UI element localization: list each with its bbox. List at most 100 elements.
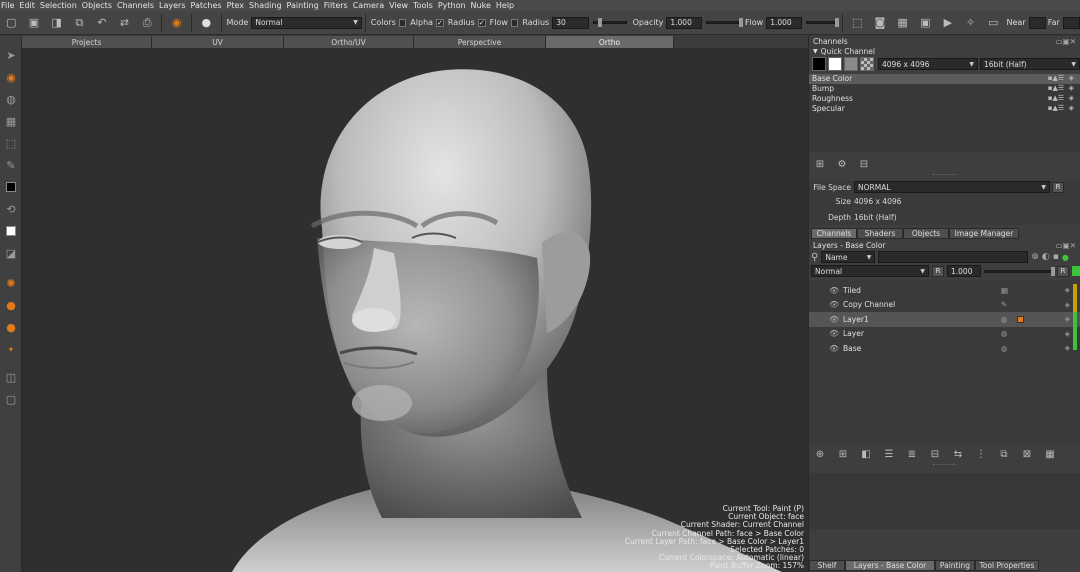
grid-select-icon[interactable]: ▦ bbox=[0, 110, 22, 132]
small-star-icon[interactable]: ✦ bbox=[0, 338, 22, 360]
menu-file[interactable]: File bbox=[0, 1, 18, 10]
tab-shelf[interactable]: Shelf bbox=[809, 560, 845, 571]
undo-icon[interactable]: ↶ bbox=[95, 15, 110, 31]
layer-opacity-field[interactable]: 1.000 bbox=[947, 265, 981, 277]
menu-painting[interactable]: Painting bbox=[286, 1, 323, 10]
blend-reset-button[interactable]: R bbox=[932, 265, 944, 277]
eye-icon[interactable]: 👁 bbox=[829, 300, 839, 309]
menu-ptex[interactable]: Ptex bbox=[226, 1, 248, 10]
flow-slider[interactable] bbox=[805, 18, 839, 27]
display-icon[interactable]: ▭ bbox=[986, 15, 1001, 31]
black-swatch[interactable] bbox=[812, 57, 826, 71]
tab-perspective[interactable]: Perspective bbox=[414, 36, 546, 48]
menu-patches[interactable]: Patches bbox=[190, 1, 226, 10]
panel-splitter[interactable] bbox=[932, 174, 957, 177]
tab-uv[interactable]: UV bbox=[152, 36, 284, 48]
grey-swatch[interactable] bbox=[844, 57, 858, 71]
layer-lock-icon[interactable]: ◈ bbox=[1065, 315, 1070, 323]
opacity-reset-button[interactable]: R bbox=[1057, 265, 1069, 277]
tab-ortho-uv[interactable]: Ortho/UV bbox=[284, 36, 414, 48]
marquee-icon[interactable]: ⬚ bbox=[0, 132, 22, 154]
channel-status-icons[interactable]: ▪▲☰ ◈ bbox=[1048, 74, 1074, 82]
white-swatch[interactable] bbox=[828, 57, 842, 71]
layer-row-copy-channel[interactable]: 👁 Copy Channel ✎ ◈ bbox=[809, 298, 1080, 313]
menu-edit[interactable]: Edit bbox=[18, 1, 39, 10]
default-colors-icon[interactable]: ◪ bbox=[0, 242, 22, 264]
menu-channels[interactable]: Channels bbox=[116, 1, 158, 10]
menu-shading[interactable]: Shading bbox=[248, 1, 286, 10]
menu-filters[interactable]: Filters bbox=[323, 1, 352, 10]
tab-painting[interactable]: Painting bbox=[935, 560, 975, 571]
quick-channel-header[interactable]: ▼ Quick Channel bbox=[809, 46, 1080, 56]
menu-selection[interactable]: Selection bbox=[39, 1, 81, 10]
menu-layers[interactable]: Layers bbox=[158, 1, 189, 10]
eye-icon[interactable]: 👁 bbox=[829, 329, 839, 338]
background-color-swatch[interactable] bbox=[0, 220, 22, 242]
add-adjustment-layer-icon[interactable]: ⊞ bbox=[836, 447, 850, 461]
layer-search-input[interactable] bbox=[878, 251, 1029, 263]
swap-colors-icon[interactable]: ⟲ bbox=[0, 198, 22, 220]
cube-icon[interactable]: ⬚ bbox=[850, 15, 865, 31]
lock-icon[interactable]: ⎙ bbox=[140, 15, 155, 31]
frame-icon[interactable]: ▣ bbox=[918, 15, 933, 31]
paint-through-icon[interactable]: ◍ bbox=[0, 88, 22, 110]
channel-item-bump[interactable]: Bump ▪▲☰ ◈ bbox=[809, 84, 1080, 94]
add-mask-icon[interactable]: ◧ bbox=[859, 447, 873, 461]
clear-search-icon[interactable]: ⊗ bbox=[1031, 252, 1039, 262]
open-project-icon[interactable]: ▣ bbox=[27, 15, 42, 31]
layer-groups-icon[interactable]: ⊟ bbox=[928, 447, 942, 461]
layer-filter-dropdown[interactable]: Name ▼ bbox=[821, 251, 876, 263]
tab-layers-base-color[interactable]: Layers - Base Color bbox=[845, 560, 935, 571]
menu-tools[interactable]: Tools bbox=[412, 1, 437, 10]
radius-field[interactable]: 30 bbox=[552, 16, 590, 29]
checker-swatch[interactable] bbox=[860, 57, 874, 71]
radius-checkbox[interactable]: ✓ bbox=[436, 18, 444, 27]
channel-status-icons[interactable]: ▪▲☰ ◈ bbox=[1048, 94, 1074, 102]
select-arrow-icon[interactable]: ➤ bbox=[0, 44, 22, 66]
new-project-icon[interactable]: ▢ bbox=[4, 15, 19, 31]
tab-shaders[interactable]: Shaders bbox=[857, 227, 903, 239]
layer-lock-icon[interactable]: ◈ bbox=[1065, 301, 1070, 309]
tab-tool-properties[interactable]: Tool Properties bbox=[975, 560, 1039, 571]
filter-option-icon[interactable]: ◐ bbox=[1042, 252, 1050, 262]
layer-row-layer[interactable]: 👁 Layer ◍ ◈ bbox=[809, 327, 1080, 342]
flow-checkbox[interactable]: ✓ bbox=[477, 18, 486, 27]
3d-viewport[interactable]: Current Tool: Paint (P) Current Object: … bbox=[22, 48, 808, 572]
alpha-checkbox[interactable] bbox=[398, 18, 407, 27]
sphere-paint-icon[interactable]: ✺ bbox=[0, 272, 22, 294]
channel-settings-icon[interactable]: ⚙ bbox=[835, 157, 849, 171]
view-fit-icon[interactable]: ▢ bbox=[0, 388, 22, 410]
layer-delete-icon[interactable]: ⊠ bbox=[1020, 447, 1034, 461]
layer-row-tiled[interactable]: 👁 Tiled ▦ ◈ bbox=[809, 283, 1080, 298]
channel-item-base-color[interactable]: Base Color ▪▲☰ ◈ bbox=[809, 74, 1080, 84]
opacity-field[interactable]: 1.000 bbox=[666, 16, 702, 29]
sparkle-icon[interactable]: ✧ bbox=[963, 15, 978, 31]
file-space-dropdown[interactable]: NORMAL ▼ bbox=[854, 181, 1050, 193]
foreground-color-swatch[interactable] bbox=[0, 176, 22, 198]
view-frame-icon[interactable]: ◫ bbox=[0, 366, 22, 388]
reset-button[interactable]: R bbox=[1052, 181, 1064, 193]
play-icon[interactable]: ▶ bbox=[941, 15, 956, 31]
add-procedural-icon[interactable]: ☰ bbox=[882, 447, 896, 461]
menu-objects[interactable]: Objects bbox=[81, 1, 116, 10]
panel-window-controls-icon[interactable]: ▭▣✕ bbox=[1056, 241, 1076, 250]
opacity-slider[interactable] bbox=[705, 18, 743, 27]
orange-sphere-icon[interactable]: ● bbox=[0, 294, 22, 316]
menu-python[interactable]: Python bbox=[437, 1, 470, 10]
filter-toggle-icon[interactable]: ▪ bbox=[1053, 252, 1059, 262]
delete-channel-icon[interactable]: ⊟ bbox=[857, 157, 871, 171]
panel-splitter[interactable] bbox=[932, 464, 957, 467]
channel-status-icons[interactable]: ▪▲☰ ◈ bbox=[1048, 104, 1074, 112]
blend-mode-dropdown[interactable]: Normal ▼ bbox=[811, 265, 929, 277]
archive-icon[interactable]: ⧉ bbox=[72, 15, 87, 31]
brush-tip-icon[interactable]: ● bbox=[199, 15, 214, 31]
tab-channels[interactable]: Channels bbox=[811, 227, 857, 239]
merge-layers-icon[interactable]: ≣ bbox=[905, 447, 919, 461]
redo-icon[interactable]: ⇄ bbox=[117, 15, 132, 31]
channel-depth-dropdown[interactable]: 16bit (Half) ▼ bbox=[980, 58, 1080, 70]
menu-camera[interactable]: Camera bbox=[352, 1, 388, 10]
layer-grid-icon[interactable]: ▦ bbox=[1043, 447, 1057, 461]
tab-ortho[interactable]: Ortho bbox=[546, 36, 674, 48]
layer-lock-icon[interactable]: ◈ bbox=[1065, 286, 1070, 294]
menu-nuke[interactable]: Nuke bbox=[470, 1, 495, 10]
